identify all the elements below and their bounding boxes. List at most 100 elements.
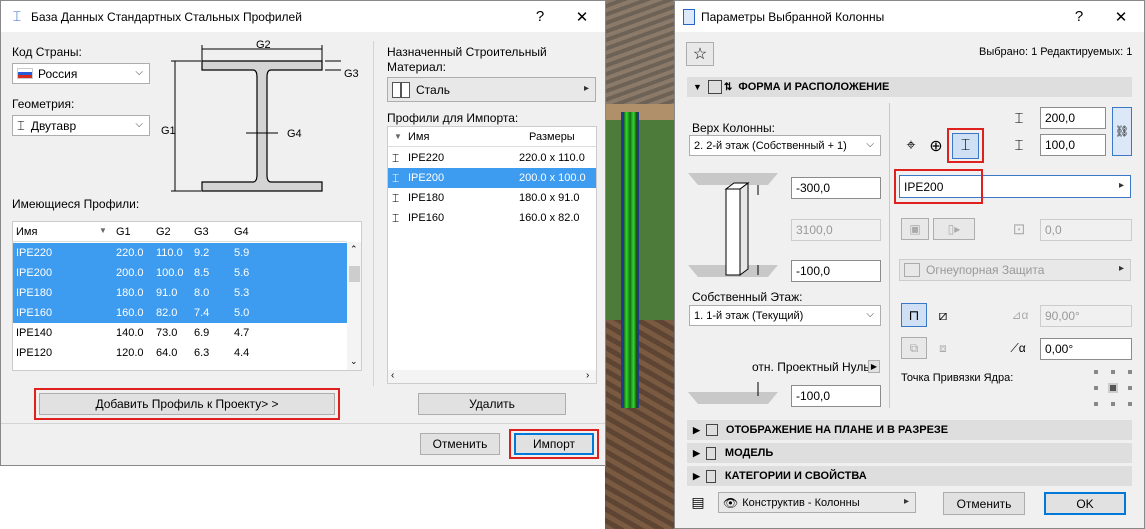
- col-g4[interactable]: G4: [234, 226, 249, 238]
- angle-field[interactable]: 90,00°: [1040, 305, 1132, 327]
- anchor-dot[interactable]: [1094, 370, 1098, 374]
- home-story-value: 1. 1-й этаж (Текущий): [694, 309, 804, 322]
- section-model-header[interactable]: ▶ МОДЕЛЬ: [687, 443, 1132, 463]
- layer-dropdown[interactable]: 👁 Конструктив - Колонны ▸: [718, 492, 916, 513]
- ref-zero-diagram: [688, 382, 778, 404]
- scroll-up-icon[interactable]: ⌃: [350, 244, 358, 255]
- col-name[interactable]: Имя: [16, 226, 37, 238]
- cell-g2: 100.0: [156, 267, 184, 279]
- crosshair-circle-icon[interactable]: ⊕: [926, 136, 946, 156]
- anchor-point-grid[interactable]: [1094, 370, 1132, 406]
- import-row[interactable]: ⌶ IPE160 160.0 x 82.0: [388, 208, 596, 228]
- import-row[interactable]: ⌶ IPE180 180.0 x 91.0: [388, 188, 596, 208]
- anchor-dot[interactable]: [1111, 402, 1115, 406]
- crosshair-rect-icon[interactable]: ⌖: [901, 136, 921, 156]
- rotation-field[interactable]: 0,0: [1040, 219, 1132, 241]
- anchor-dot-selected[interactable]: [1108, 383, 1118, 393]
- anchor-dot[interactable]: [1094, 402, 1098, 406]
- scroll-left-icon[interactable]: ‹: [391, 370, 394, 381]
- import-col-size[interactable]: Размеры: [529, 131, 575, 143]
- cell-g4: 4.7: [234, 327, 250, 339]
- scroll-right-icon[interactable]: ›: [586, 370, 589, 381]
- import-col-name[interactable]: Имя: [408, 131, 429, 143]
- cell-name: IPE180: [408, 192, 445, 204]
- cell-size: 200.0 x 100.0: [519, 172, 586, 184]
- left-close-button[interactable]: ✕: [565, 1, 599, 32]
- col-g3[interactable]: G3: [194, 226, 209, 238]
- chevron-down-icon: ⌵: [866, 309, 874, 320]
- anchor-dot[interactable]: [1128, 386, 1132, 390]
- table-row[interactable]: IPE120 120.0 64.0 6.3 4.4: [13, 343, 347, 363]
- expand-right-icon: ▶: [693, 470, 700, 481]
- chevron-down-icon: ⌵: [135, 67, 143, 78]
- slanted-column-button[interactable]: ⧄: [930, 303, 956, 327]
- height-field[interactable]: 3100,0: [791, 219, 881, 241]
- left-cancel-button[interactable]: Отменить: [420, 433, 500, 455]
- import-row[interactable]: ⌶ IPE200 200.0 x 100.0: [388, 168, 596, 188]
- anchor-dot[interactable]: [1111, 370, 1115, 374]
- table-row[interactable]: IPE140 140.0 73.0 6.9 4.7: [13, 323, 347, 343]
- cell-g1: 140.0: [116, 327, 144, 339]
- material-label: Назначенный Строительный Материал:: [387, 45, 547, 74]
- anchor-dot[interactable]: [1094, 386, 1098, 390]
- ref-zero-field[interactable]: -100,0: [791, 385, 881, 407]
- col-g1[interactable]: G1: [116, 226, 131, 238]
- core-icon-button-2[interactable]: ▯▸: [933, 218, 975, 240]
- scroll-down-icon[interactable]: ⌄: [350, 356, 358, 367]
- profile-mode-highlight: [947, 128, 984, 163]
- expand-right-icon: ▶: [693, 424, 700, 435]
- material-dropdown[interactable]: Сталь ▸: [387, 77, 596, 102]
- anchor-dot[interactable]: [1128, 402, 1132, 406]
- geometry-dropdown[interactable]: ⌶ Двутавр ⌵: [12, 115, 150, 136]
- right-cancel-button[interactable]: Отменить: [943, 492, 1025, 515]
- import-hscrollbar[interactable]: ‹ ›: [388, 370, 596, 383]
- section-categories-header[interactable]: ▶ КАТЕГОРИИ И СВОЙСТВА: [687, 466, 1132, 486]
- cell-g3: 9.2: [194, 247, 210, 259]
- home-story-dropdown[interactable]: 1. 1-й этаж (Текущий) ⌵: [689, 305, 881, 326]
- table-row[interactable]: IPE180 180.0 91.0 8.0 5.3: [13, 283, 347, 303]
- cell-size: 220.0 x 110.0: [519, 152, 585, 164]
- core-icon-button-1[interactable]: ▣: [901, 218, 929, 240]
- vertical-column-button[interactable]: ⊓: [901, 303, 927, 327]
- russia-flag-icon: [17, 68, 33, 79]
- table-row[interactable]: IPE160 160.0 82.0 7.4 5.0: [13, 303, 347, 323]
- anchor-dot[interactable]: [1128, 370, 1132, 374]
- scroll-thumb[interactable]: [349, 266, 360, 282]
- country-dropdown[interactable]: Россия ⌵: [12, 63, 150, 84]
- depth-icon: ⌶: [1014, 136, 1024, 154]
- table-row[interactable]: IPE200 200.0 100.0 8.5 5.6: [13, 263, 347, 283]
- wrap-button-2[interactable]: ⧈: [930, 337, 956, 359]
- table-row[interactable]: IPE220 220.0 110.0 9.2 5.9: [13, 243, 347, 263]
- top-offset-field[interactable]: -300,0: [791, 177, 881, 199]
- chevron-right-icon: ▸: [1118, 180, 1124, 191]
- chevron-down-icon: ⌵: [135, 119, 143, 130]
- lawn: [605, 120, 675, 320]
- wrap-button-1[interactable]: ⧉: [901, 337, 927, 359]
- bottom-offset-field[interactable]: -100,0: [791, 260, 881, 282]
- table-scrollbar[interactable]: ⌃ ⌄: [347, 242, 361, 370]
- left-help-button[interactable]: ?: [523, 1, 557, 32]
- col-g2[interactable]: G2: [156, 226, 171, 238]
- ok-button[interactable]: OK: [1044, 492, 1126, 515]
- delete-button[interactable]: Удалить: [418, 393, 566, 415]
- fireproof-dropdown[interactable]: Огнеупорная Защита ▸: [899, 259, 1131, 281]
- bottom-divider: [1, 423, 605, 424]
- link-dimensions-button[interactable]: ⛓: [1112, 107, 1132, 156]
- slab-edge: [605, 104, 675, 120]
- orientation-field[interactable]: 0,00°: [1040, 338, 1132, 360]
- cell-g4: 5.0: [234, 307, 250, 319]
- top-value: 2. 2-й этаж (Собственный + 1): [694, 139, 847, 152]
- section-shape-header[interactable]: ▼ ⇅ ФОРМА И РАСПОЛОЖЕНИЕ: [687, 77, 1132, 97]
- section-plan-header[interactable]: ▶ ОТОБРАЖЕНИЕ НА ПЛАНЕ И В РАЗРЕЗЕ: [687, 420, 1132, 440]
- cell-g3: 8.5: [194, 267, 210, 279]
- g1-label: G1: [161, 125, 176, 137]
- ref-zero-arrow-button[interactable]: ▶: [868, 360, 880, 373]
- right-help-button[interactable]: ?: [1062, 1, 1096, 32]
- ref-zero-label: отн. Проектный Нуль: [752, 360, 870, 374]
- favorites-star-button[interactable]: ☆: [686, 42, 714, 66]
- import-row[interactable]: ⌶ IPE220 220.0 x 110.0: [388, 148, 596, 168]
- right-close-button[interactable]: ✕: [1104, 1, 1138, 32]
- depth-field[interactable]: 100,0: [1040, 134, 1106, 156]
- width-field[interactable]: 200,0: [1040, 107, 1106, 129]
- top-dropdown[interactable]: 2. 2-й этаж (Собственный + 1) ⌵: [689, 135, 881, 156]
